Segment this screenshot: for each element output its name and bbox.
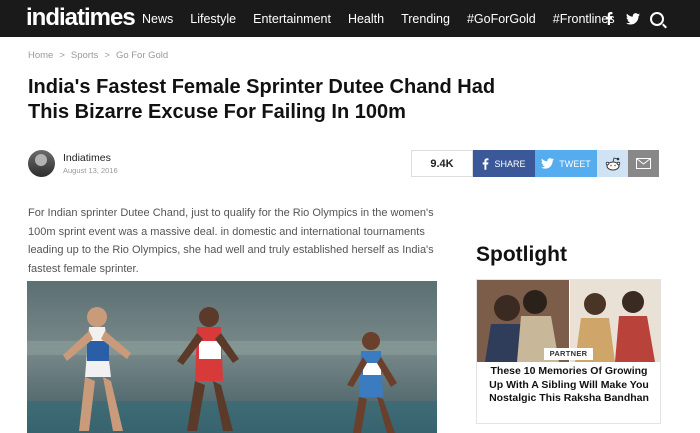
breadcrumb-separator: > [104, 50, 110, 61]
mail-icon [636, 158, 651, 169]
nav-health[interactable]: Health [348, 12, 384, 26]
breadcrumb: Home > Sports > Go For Gold [28, 50, 168, 61]
site-logo[interactable]: indiatimes [26, 5, 136, 31]
article-lead: For Indian sprinter Dutee Chand, just to… [28, 207, 434, 275]
share-count: 9.4K [411, 150, 473, 177]
email-share-button[interactable] [628, 150, 659, 177]
spotlight-title: Spotlight [476, 243, 567, 266]
sprinters-photo [27, 281, 437, 433]
share-bar: 9.4K SHARE TWEET [411, 150, 659, 177]
facebook-share-button[interactable]: SHARE [473, 150, 535, 177]
top-navigation-bar: indiatimes News Lifestyle Entertainment … [0, 0, 700, 37]
nav-news[interactable]: News [142, 12, 173, 26]
author-name[interactable]: Indiatimes [63, 152, 118, 164]
facebook-icon[interactable] [602, 12, 616, 26]
breadcrumb-separator: > [59, 50, 65, 61]
nav-trending[interactable]: Trending [401, 12, 450, 26]
spotlight-headline[interactable]: These 10 Memories Of Growing Up With A S… [485, 365, 653, 406]
facebook-share-label: SHARE [494, 158, 526, 169]
facebook-icon [483, 157, 489, 170]
article-title: India's Fastest Female Sprinter Dutee Ch… [28, 76, 496, 123]
twitter-icon [541, 158, 555, 169]
author-block: Indiatimes August 13, 2016 [28, 150, 118, 177]
breadcrumb-home[interactable]: Home [28, 50, 53, 61]
nav-lifestyle[interactable]: Lifestyle [190, 12, 236, 26]
partner-badge: PARTNER [544, 348, 593, 360]
nav-entertainment[interactable]: Entertainment [253, 12, 331, 26]
breadcrumb-goforgold[interactable]: Go For Gold [116, 50, 168, 61]
author-avatar[interactable] [28, 150, 55, 177]
reddit-share-button[interactable] [597, 150, 628, 177]
twitter-icon[interactable] [626, 12, 640, 26]
nav-goforgold[interactable]: #GoForGold [467, 12, 536, 26]
twitter-share-button[interactable]: TWEET [535, 150, 597, 177]
author-meta: Indiatimes August 13, 2016 [63, 152, 118, 175]
breadcrumb-sports[interactable]: Sports [71, 50, 98, 61]
publish-date: August 13, 2016 [63, 166, 118, 175]
reddit-icon [605, 157, 620, 170]
search-icon[interactable] [650, 11, 664, 26]
header-social-icons [602, 0, 664, 37]
main-nav: News Lifestyle Entertainment Health Tren… [142, 0, 632, 37]
twitter-share-label: TWEET [559, 158, 591, 169]
article-hero-image [27, 281, 437, 433]
